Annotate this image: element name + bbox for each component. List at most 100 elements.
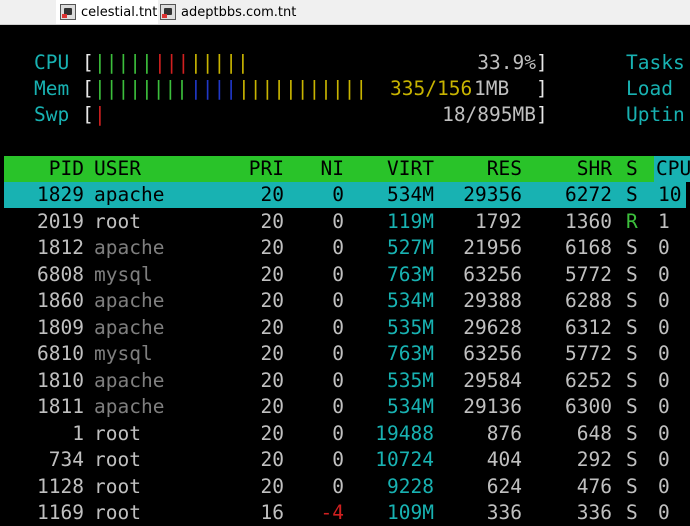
process-row[interactable]: 1810 apache 20 0 535M 29584 6252 S 0 xyxy=(4,368,690,394)
cpu-meter-bar-user: ||||| xyxy=(94,51,153,74)
process-cell-res: 63256 xyxy=(463,342,522,365)
process-cell-pid: 734 xyxy=(48,448,84,471)
process-cell-s: S xyxy=(626,262,638,286)
process-cell-pri: 20 xyxy=(260,395,284,418)
process-cell-cpu: 0 xyxy=(658,236,670,259)
column-header-cpu-label[interactable]: CPU xyxy=(656,156,690,182)
cpu-meter-bar-system: ||| xyxy=(154,51,190,74)
process-cell-user: root xyxy=(94,448,141,471)
uptime-label: Uptin xyxy=(626,103,685,126)
process-cell-pri: 20 xyxy=(260,236,284,259)
process-cell-pri: 20 xyxy=(260,289,284,312)
process-cell-s: S xyxy=(626,448,638,471)
column-header-ni[interactable]: NI xyxy=(284,156,344,182)
process-cell-ni: 0 xyxy=(332,236,344,259)
process-cell-virt: 763M xyxy=(387,342,434,365)
process-cell-cpu: 1 xyxy=(658,209,670,233)
process-row[interactable]: 1809 apache 20 0 535M 29628 6312 S 0 xyxy=(4,315,690,341)
process-cell-s: S xyxy=(626,315,638,339)
process-cell-res: 404 xyxy=(486,448,522,471)
process-cell-shr: 6252 xyxy=(565,368,612,392)
process-cell-s: S xyxy=(626,289,638,312)
process-cell-cpu: 0 xyxy=(658,342,670,365)
process-row[interactable]: 1812 apache 20 0 527M 21956 6168 S 0 xyxy=(4,235,690,261)
process-row[interactable]: 1811 apache 20 0 534M 29136 6300 S 0 xyxy=(4,394,690,420)
process-row[interactable]: 1 root 20 0 19488 876 648 S 0 xyxy=(4,421,690,447)
process-cell-pri: 16 xyxy=(260,501,284,524)
process-cell-s: S xyxy=(626,368,638,392)
process-cell-ni: 0 xyxy=(332,289,344,312)
column-header-virt[interactable]: VIRT xyxy=(344,156,434,182)
process-cell-res: 63256 xyxy=(463,262,522,286)
process-cell-user: root xyxy=(94,421,141,445)
mem-meter-bar-cache: ||||||||||| xyxy=(238,77,368,100)
mem-meter-close: ] xyxy=(536,77,548,100)
process-cell-res: 624 xyxy=(486,474,522,498)
process-cell-virt: 535M xyxy=(387,315,434,339)
process-cell-pri: 20 xyxy=(260,368,284,392)
tab-adeptbbs[interactable]: adeptbbs.com.tnt xyxy=(156,0,300,24)
process-row[interactable]: 6810 mysql 20 0 763M 63256 5772 S 0 xyxy=(4,341,690,367)
column-header-shr[interactable]: SHR xyxy=(522,156,612,182)
process-cell-cpu: 0 xyxy=(658,262,670,286)
process-cell-pid: 1 xyxy=(72,421,84,445)
tab-celestial[interactable]: celestial.tnt xyxy=(56,0,158,24)
process-row[interactable]: 6808 mysql 20 0 763M 63256 5772 S 0 xyxy=(4,262,690,288)
process-cell-s: R xyxy=(626,209,638,233)
process-cell-shr: 476 xyxy=(576,474,612,498)
process-cell-pid: 1128 xyxy=(37,474,84,498)
process-cell-pri: 20 xyxy=(260,209,284,233)
process-cell-user: mysql xyxy=(94,262,153,286)
cpu-meter-value: 33.9% xyxy=(477,51,536,74)
process-cell-shr: 6312 xyxy=(565,315,612,339)
swap-meter: Swp [ | 18/895MB ] Uptin xyxy=(0,102,690,128)
column-header-user[interactable]: USER xyxy=(94,156,141,182)
process-cell-res: 29584 xyxy=(463,368,522,392)
process-cell-user: apache xyxy=(94,289,165,312)
process-cell-res: 336 xyxy=(486,501,522,524)
session-tab-bar: celestial.tnt adeptbbs.com.tnt xyxy=(0,0,690,25)
tab-label: celestial.tnt xyxy=(81,4,158,20)
process-cell-s: S xyxy=(626,236,638,259)
process-cell-user: apache xyxy=(94,368,165,392)
process-cell-res: 29628 xyxy=(463,315,522,339)
terminal-screen[interactable]: CPU [ ||||| ||| ||||| 33.9% ] Tasks Mem … xyxy=(0,25,690,524)
process-row[interactable]: 1829 apache 20 0 534M 29356 6272 S 10 xyxy=(4,182,686,208)
process-cell-cpu: 0 xyxy=(658,315,670,339)
column-header-pri[interactable]: PRI xyxy=(200,156,284,182)
process-cell-pid: 1810 xyxy=(37,368,84,392)
process-row[interactable]: 734 root 20 0 10724 404 292 S 0 xyxy=(4,447,690,473)
process-cell-pri: 20 xyxy=(260,474,284,498)
process-row[interactable]: 1860 apache 20 0 534M 29388 6288 S 0 xyxy=(4,288,690,314)
process-cell-pri: 20 xyxy=(260,342,284,365)
process-cell-shr: 648 xyxy=(576,421,612,445)
column-header-res[interactable]: RES xyxy=(434,156,522,182)
process-cell-shr: 292 xyxy=(576,448,612,471)
terminal-session-icon xyxy=(160,4,176,20)
process-cell-user: mysql xyxy=(94,342,153,365)
process-cell-cpu: 10 xyxy=(658,183,682,206)
cpu-meter-label: CPU xyxy=(34,51,70,74)
column-header-state[interactable]: S xyxy=(626,156,638,182)
process-cell-shr: 5772 xyxy=(565,342,612,365)
process-cell-ni: 0 xyxy=(332,315,344,339)
process-cell-cpu: 0 xyxy=(658,368,670,392)
process-row[interactable]: 2019 root 20 0 119M 1792 1360 R 1 xyxy=(4,209,690,235)
process-cell-user: root xyxy=(94,209,141,233)
process-cell-pid: 1860 xyxy=(37,289,84,312)
process-cell-pri: 20 xyxy=(260,448,284,471)
column-header-cpu[interactable]: CPU xyxy=(654,156,690,182)
process-row[interactable]: 1169 root 16 -4 109M 336 336 S 0 xyxy=(4,500,690,526)
process-cell-virt: 9228 xyxy=(387,474,434,498)
process-cell-virt: 535M xyxy=(387,368,434,392)
mem-meter-label: Mem xyxy=(34,77,70,100)
load-label: Load xyxy=(626,77,673,100)
column-header-pid[interactable]: PID xyxy=(4,156,84,182)
mem-meter-value: 335/156 xyxy=(390,77,473,100)
process-cell-pid: 2019 xyxy=(37,209,84,233)
process-cell-user: apache xyxy=(94,236,165,259)
process-table-header[interactable]: PID USER PRI NI VIRT RES SHR S xyxy=(4,156,654,182)
process-cell-res: 29356 xyxy=(463,183,522,206)
process-cell-virt: 10724 xyxy=(375,448,434,471)
process-row[interactable]: 1128 root 20 0 9228 624 476 S 0 xyxy=(4,474,690,500)
